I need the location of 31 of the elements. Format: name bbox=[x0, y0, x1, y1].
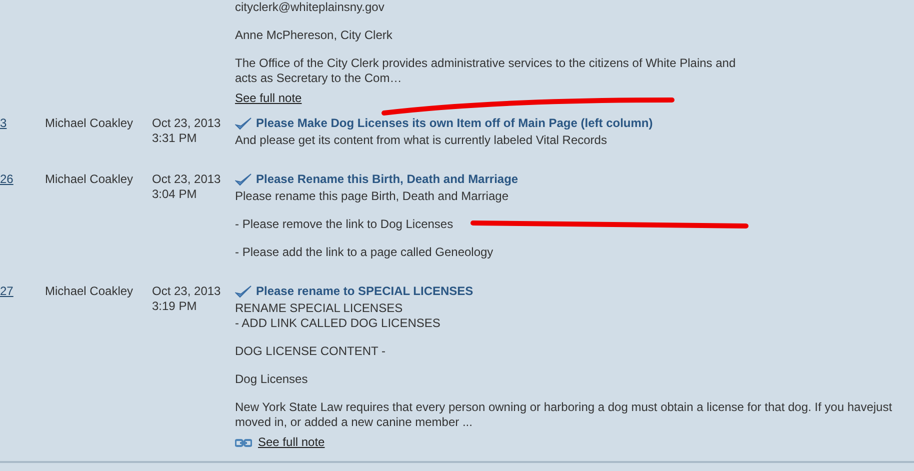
note-text: DOG LICENSE CONTENT - bbox=[235, 344, 386, 359]
checkmark-icon bbox=[235, 116, 252, 130]
note-text: Please rename this page Birth, Death and Marriage bbox=[235, 189, 508, 204]
checkmark-icon bbox=[235, 172, 252, 186]
note-time: 3:04 PM bbox=[152, 187, 198, 202]
note-date: Oct 23, 2013 bbox=[152, 116, 222, 131]
author-name: Michael Coakley bbox=[45, 172, 134, 186]
note-id-link[interactable]: 3 bbox=[0, 116, 7, 130]
author-name: Michael Coakley bbox=[45, 284, 134, 298]
see-full-note-link[interactable]: See full note bbox=[235, 91, 302, 106]
note-text: Anne McPhereson, City Clerk bbox=[235, 28, 392, 43]
note-text: - Please add the link to a page called Geneology bbox=[235, 245, 494, 260]
note-text: The Office of the City Clerk provides administrative services to the citizens of White Plains and acts as Secretary to the Com… bbox=[235, 56, 736, 86]
note-date: Oct 23, 2013 bbox=[152, 172, 222, 187]
note-text: And please get its content from what is currently labeled Vital Records bbox=[235, 133, 607, 148]
note-title: Please Rename this Birth, Death and Marriage bbox=[256, 172, 518, 187]
note-time: 3:19 PM bbox=[152, 299, 198, 314]
see-full-note-link[interactable]: See full note bbox=[258, 435, 325, 450]
author-name: Michael Coakley bbox=[45, 116, 134, 130]
note-text: RENAME SPECIAL LICENSES - ADD LINK CALLED DOG LICENSES bbox=[235, 301, 440, 331]
note-text: - Please remove the link to Dog Licenses bbox=[235, 217, 454, 232]
note-id-link[interactable]: 27 bbox=[0, 284, 14, 298]
note-title: Please rename to SPECIAL LICENSES bbox=[256, 284, 474, 299]
note-time: 3:31 PM bbox=[152, 131, 198, 146]
checkmark-icon bbox=[235, 284, 252, 298]
note-text: cityclerk@whiteplainsny.gov bbox=[235, 0, 384, 15]
note-text: New York State Law requires that every person owning or harboring a dog must obtain a license for that dog. If you havejust moved in, or added a new canine member ... bbox=[235, 400, 892, 430]
note-id-link[interactable]: 26 bbox=[0, 172, 14, 186]
note-title: Please Make Dog Licenses its own Item off of Main Page (left column) bbox=[256, 116, 653, 131]
note-date: Oct 23, 2013 bbox=[152, 284, 222, 299]
note-text: Dog Licenses bbox=[235, 372, 308, 387]
